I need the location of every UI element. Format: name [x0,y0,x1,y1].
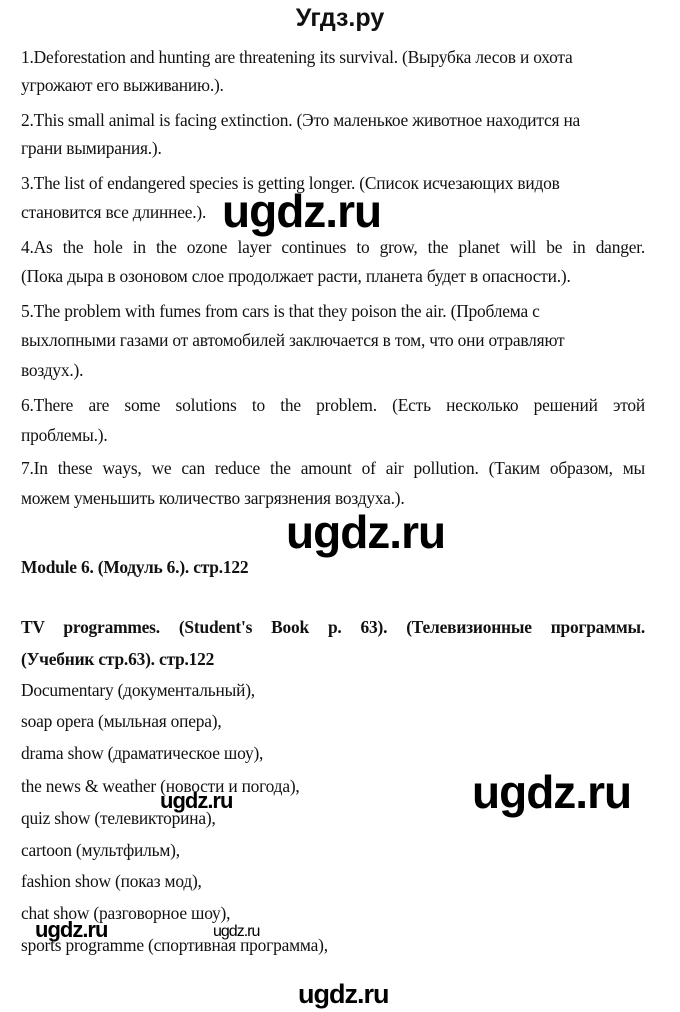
watermark: ugdz.ru [35,917,108,942]
sentence-2-line-1: 2.This small animal is facing extinction… [21,110,581,130]
watermark: ugdz.ru [298,979,389,1009]
watermark: ugdz.ru [160,788,233,813]
sentence-5-line-1: 5.The problem with fumes from cars is th… [21,301,540,321]
watermark: ugdz.ru [472,766,632,818]
watermark: ugdz.ru [213,923,260,940]
sentence-7-line-1: 7.In these ways, we can reduce the amoun… [21,458,645,478]
tv-programme-item: soap opera (мыльная опера), [21,711,222,731]
sentence-5-line-2: выхлопными газами от автомобилей заключа… [21,330,565,350]
tv-programme-item: drama show (драматическое шоу), [21,743,264,763]
watermark: ugdz.ru [222,185,382,237]
sentence-4-line-1: 4.As the hole in the ozone layer continu… [21,237,645,257]
section-heading-line-2: (Учебник стр.63). стр.122 [21,649,215,669]
site-title[interactable]: Угдз.ру [0,4,680,33]
sentence-6-line-2: проблемы.). [21,425,108,445]
sentence-4-line-2: (Пока дыра в озоновом слое продолжает ра… [21,266,571,286]
sentence-6-line-1: 6.There are some solutions to the proble… [21,395,645,415]
tv-programme-item: fashion show (показ мод), [21,871,202,891]
module-heading: Module 6. (Модуль 6.). стр.122 [21,557,249,577]
sentence-2-line-2: грани вымирания.). [21,138,162,158]
tv-programme-item: cartoon (мультфильм), [21,840,180,860]
sentence-3-line-2: становится все длиннее.). [21,202,207,222]
tv-programme-item: Documentary (документальный), [21,680,255,700]
sentence-1-line-2: угрожают его выживанию.). [21,75,224,95]
watermark: ugdz.ru [286,506,446,558]
section-heading-line-1: TV programmes. (Student's Book p. 63). (… [21,617,645,637]
sentence-5-line-3: воздух.). [21,360,84,380]
sentence-1-line-1: 1.Deforestation and hunting are threaten… [21,47,573,67]
